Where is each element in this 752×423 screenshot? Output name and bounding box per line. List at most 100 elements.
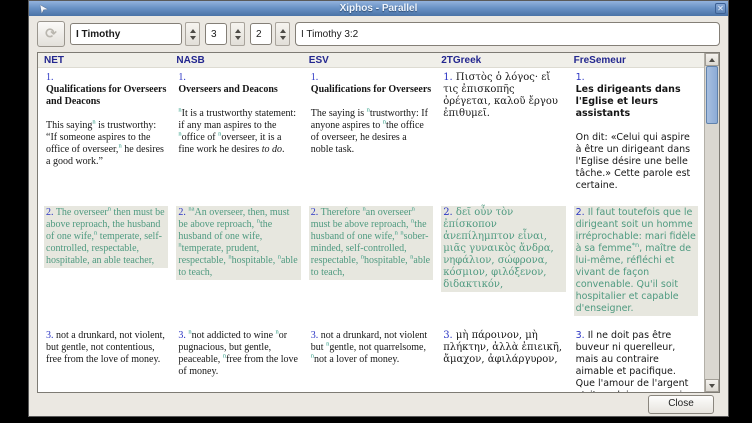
footnote-marker[interactable]: n [278, 254, 281, 261]
verse-fresemeur-3[interactable]: 3. Il ne doit pas être buveur ni querell… [574, 329, 698, 392]
footnote-marker[interactable]: n [367, 107, 370, 114]
verse-text: 3. Il ne doit pas être buveur ni querell… [576, 330, 696, 392]
verse-input[interactable] [250, 23, 272, 45]
verse-2tgreek-1[interactable]: 1. Πιστὸς ὁ λόγος· εἴ τις ἐπισκοπῆς ὀρέγ… [441, 71, 565, 121]
footnote-marker[interactable]: n [178, 242, 181, 249]
reference-input[interactable] [295, 22, 720, 46]
cell-2tgreek-v3: 3. μὴ πάροινον, μὴ πλήκτην, ἀλλὰ ἐπιεικῆ… [441, 326, 565, 392]
verse-2tgreek-3[interactable]: 3. μὴ πάροινον, μὴ πλήκτην, ἀλλὰ ἐπιεικῆ… [441, 329, 565, 367]
chapter-spinner[interactable] [230, 22, 245, 46]
window-title: Xiphos - Parallel [29, 3, 728, 14]
footnote-marker[interactable]: n [395, 230, 398, 237]
spin-up-icon[interactable] [280, 29, 286, 33]
verse-fresemeur-2[interactable]: 2. Il faut toutefois que le dirigeant so… [574, 206, 698, 316]
verse-text: 2. The overseern then must be above repr… [46, 207, 166, 267]
footnote-marker[interactable]: n [311, 353, 314, 360]
verse-fresemeur-1[interactable]: 1.Les dirigeants dans l'Eglise et leurs … [574, 71, 698, 193]
footnote-marker[interactable]: n [412, 206, 415, 213]
cell-esv-v2: 2. Therefore nan overseern must be above… [309, 203, 433, 326]
verse-text: 3. not a drunkard, not violent but ngent… [311, 330, 431, 366]
book-input[interactable] [70, 23, 182, 45]
parallel-text-area: NETNASBESV2TGreekFreSemeur 1.Qualificati… [38, 53, 704, 392]
verse-spinner[interactable] [275, 22, 290, 46]
cell-net-v1: 1.Qualifications for Overseers and Deaco… [44, 68, 168, 203]
footnote-marker[interactable]: n [400, 230, 403, 237]
footnote-marker[interactable]: n [118, 143, 121, 150]
xiphos-parallel-window: ➤ Xiphos - Parallel ✕ ⟳ NETNASBESV2TGree… [28, 0, 729, 417]
titlebar[interactable]: ➤ Xiphos - Parallel ✕ [29, 1, 728, 16]
chapter-input[interactable] [205, 23, 227, 45]
spin-up-icon[interactable] [190, 29, 196, 33]
italic-text: to do [262, 144, 282, 155]
verse-nasb-3[interactable]: 3. nnot addicted to wine nor pugnacious,… [176, 329, 300, 379]
close-button[interactable]: Close [648, 395, 714, 414]
scrollbar-thumb[interactable] [706, 66, 718, 124]
verse-text: 2. Therefore nan overseern must be above… [311, 207, 431, 279]
scroll-up-button[interactable] [705, 53, 719, 66]
verse-net-3[interactable]: 3. not a drunkard, not violent, but gent… [44, 329, 168, 367]
verse-number: 1. [311, 72, 431, 84]
verse-net-2[interactable]: 2. The overseern then must be above repr… [44, 206, 168, 268]
verse-net-1[interactable]: 1.Qualifications for Overseers and Deaco… [44, 71, 168, 169]
cell-nasb-v1: 1.Overseers and DeaconsnIt is a trustwor… [176, 68, 300, 203]
refresh-button[interactable]: ⟳ [37, 21, 65, 47]
column-header-fresemeur: FreSemeur [574, 55, 698, 66]
verse-number: 1. [46, 72, 166, 84]
vertical-scrollbar[interactable] [704, 53, 719, 392]
footnote-marker[interactable]: n [228, 254, 231, 261]
verse-esv-1[interactable]: 1.Qualifications for OverseersThe saying… [309, 71, 433, 157]
verse-row-3: 3. not a drunkard, not violent, but gent… [38, 326, 704, 392]
verse-esv-3[interactable]: 3. not a drunkard, not violent but ngent… [309, 329, 433, 367]
cell-fresemeur-v2: 2. Il faut toutefois que le dirigeant so… [574, 203, 698, 326]
cell-2tgreek-v2: 2. δεῖ οὖν τὸν ἐπίσκοπον ἀνεπίλημπτον εἶ… [441, 203, 565, 326]
footnote-marker[interactable]: n [363, 206, 366, 213]
verse-number: 3. [311, 330, 321, 341]
verse-text: 1. Πιστὸς ὁ λόγος· εἴ τις ἐπισκοπῆς ὀρέγ… [443, 72, 563, 120]
spin-down-icon[interactable] [235, 36, 241, 40]
footnote-marker[interactable]: n [223, 353, 226, 360]
spin-down-icon[interactable] [280, 36, 286, 40]
verse-number: 3. [576, 330, 588, 341]
verse-nasb-2[interactable]: 2. naAn overseer, then, must be above re… [176, 206, 300, 280]
cell-esv-v3: 3. not a drunkard, not violent but ngent… [309, 326, 433, 392]
verse-2tgreek-2[interactable]: 2. δεῖ οὖν τὸν ἐπίσκοπον ἀνεπίλημπτον εἶ… [441, 206, 565, 292]
cell-esv-v1: 1.Qualifications for OverseersThe saying… [309, 68, 433, 203]
verse-nasb-1[interactable]: 1.Overseers and DeaconsnIt is a trustwor… [176, 71, 300, 157]
verse-esv-2[interactable]: 2. Therefore nan overseern must be above… [309, 206, 433, 280]
spin-down-icon[interactable] [190, 36, 196, 40]
cell-nasb-v3: 3. nnot addicted to wine nor pugnacious,… [176, 326, 300, 392]
footnote-marker[interactable]: n [276, 329, 279, 336]
verse-number: 3. [443, 330, 456, 341]
scrollbar-track[interactable] [705, 66, 719, 379]
book-spinner[interactable] [185, 22, 200, 46]
footnote-marker[interactable]: n [410, 254, 413, 261]
footnote-marker[interactable]: n [326, 341, 329, 348]
verse-text: This sayingn is trustworthy: “If someone… [46, 120, 166, 168]
parallel-view: NETNASBESV2TGreekFreSemeur 1.Qualificati… [37, 52, 720, 393]
verse-text: 2. Il faut toutefois que le dirigeant so… [576, 207, 696, 315]
footnote-marker[interactable]: n [94, 230, 97, 237]
scroll-down-button[interactable] [705, 379, 719, 392]
verse-number: 2. [443, 207, 456, 218]
verse-number: 1. [576, 72, 696, 84]
spin-up-icon[interactable] [235, 29, 241, 33]
verse-text: 3. μὴ πάροινον, μὴ πλήκτην, ἀλλὰ ἐπιεικῆ… [443, 330, 563, 366]
footnote-marker[interactable]: n [188, 329, 191, 336]
footnote-marker[interactable]: n [178, 131, 181, 138]
footnote-marker[interactable]: n [108, 206, 111, 213]
footnote-marker[interactable]: a [192, 206, 195, 213]
footnote-marker[interactable]: *n [632, 241, 639, 249]
footnote-marker[interactable]: n [178, 107, 181, 114]
window-close-icon[interactable]: ✕ [715, 3, 726, 14]
footnote-marker[interactable]: n [361, 254, 364, 261]
footnote-marker[interactable]: n [92, 119, 95, 126]
column-header-row: NETNASBESV2TGreekFreSemeur [38, 53, 704, 68]
section-heading: Les dirigeants dans l'Eglise et leurs as… [576, 84, 696, 120]
footnote-marker[interactable]: n [257, 218, 260, 225]
footnote-marker[interactable]: n [383, 119, 386, 126]
footnote-marker[interactable]: n [411, 218, 414, 225]
footnote-marker[interactable]: n [218, 131, 221, 138]
section-heading: Overseers and Deacons [178, 84, 298, 96]
column-header-net: NET [44, 55, 168, 66]
verse-text: 2. δεῖ οὖν τὸν ἐπίσκοπον ἀνεπίλημπτον εἶ… [443, 207, 563, 291]
